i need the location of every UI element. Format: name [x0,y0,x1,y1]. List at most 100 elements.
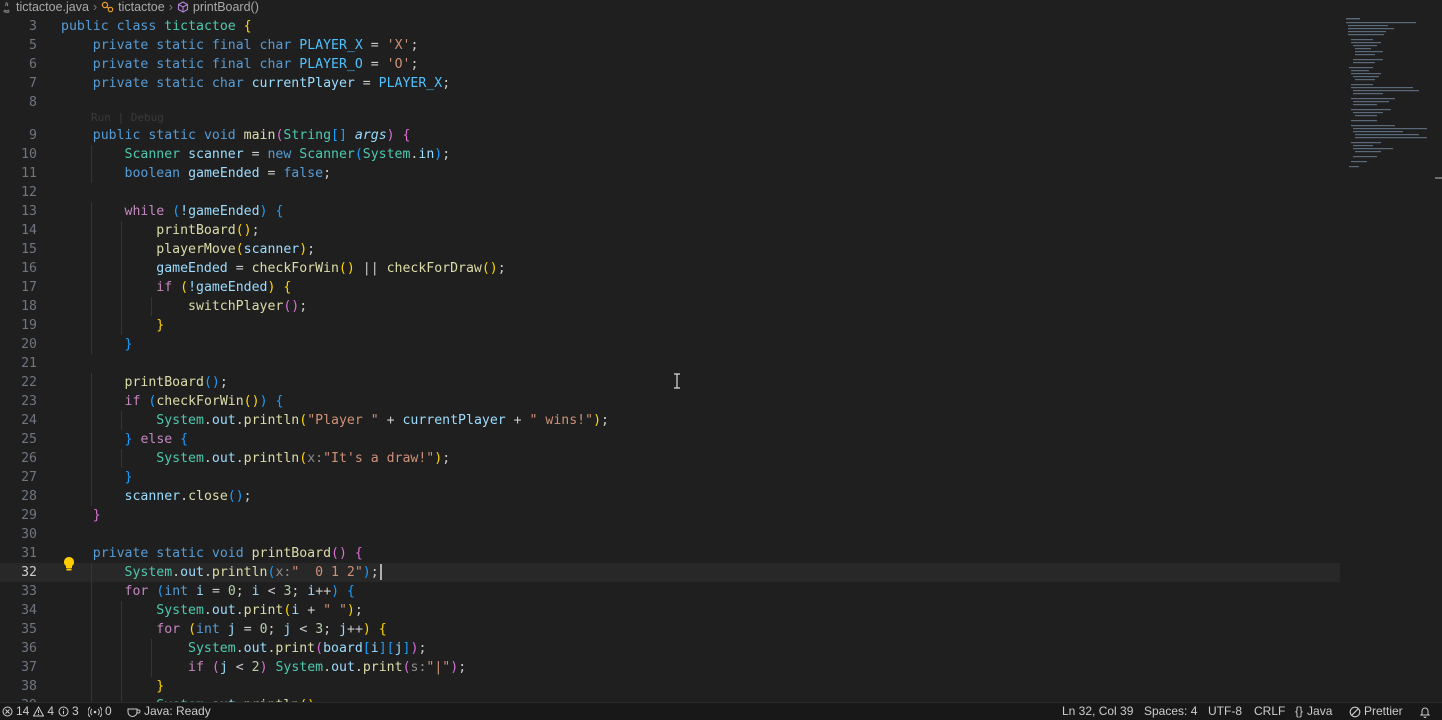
code-line[interactable]: 14 printBoard(); [0,221,1340,240]
code-token: println [211,565,268,580]
code-line[interactable]: 20 } [0,335,1340,354]
line-code: } [61,335,133,354]
code-line[interactable]: 18 switchPlayer(); [0,297,1340,316]
code-token: "|" [426,660,451,675]
code-token: out [331,660,355,675]
code-line[interactable]: 33 for (int i = 0; i < 3; i++) { [0,582,1340,601]
minimap[interactable] [1343,14,1435,184]
code-line[interactable]: 25 } else { [0,430,1340,449]
codelens-run-debug[interactable]: Run | Debug [0,108,1340,127]
code-token: } [156,318,165,333]
code-line[interactable]: 36 System.out.print(board[i][j]); [0,639,1340,658]
code-line[interactable]: 10 Scanner scanner = new Scanner(System.… [0,145,1340,164]
code-token: ) [259,660,268,675]
code-line[interactable]: 17 if (!gameEnded) { [0,278,1340,297]
code-line[interactable]: 34 System.out.print(i + " "); [0,601,1340,620]
code-token: " " [323,603,347,618]
code-line[interactable]: 5 private static final char PLAYER_X = '… [0,36,1340,55]
code-token: new [267,147,292,162]
code-line[interactable]: 30 [0,525,1340,544]
language-selector[interactable]: {} Java [1295,703,1332,720]
code-line[interactable]: 7 private static char currentPlayer = PL… [0,74,1340,93]
ports-indicator[interactable]: 0 [88,703,112,720]
line-code: printBoard(); [61,221,259,240]
code-line[interactable]: 3 public class tictactoe { [0,17,1340,36]
code-token: . [323,660,332,675]
vertical-scrollbar[interactable] [1435,14,1442,702]
problems-indicator[interactable]: 14 4 3 [2,703,79,720]
code-line[interactable]: 9 public static void main(String[] args)… [0,126,1340,145]
code-token: printBoard [124,375,204,390]
prettier-status[interactable]: Prettier [1349,703,1403,720]
prettier-text: Prettier [1364,704,1403,718]
breadcrumb-class[interactable]: tictactoe [118,0,165,14]
code-token: = [354,76,379,91]
code-token: System [156,451,204,466]
eol-selector[interactable]: CRLF [1254,703,1285,720]
line-code: private static char currentPlayer = PLAY… [61,74,450,93]
code-token: ( [211,660,220,675]
java-status[interactable]: Java: Ready [127,703,211,720]
indentation-selector[interactable]: Spaces: 4 [1144,703,1197,720]
code-line[interactable]: 27 } [0,468,1340,487]
code-line-current[interactable]: 32 System.out.println(x:" 0 1 2"); [0,563,1340,582]
code-line[interactable]: 19 } [0,316,1340,335]
code-line[interactable]: 13 while (!gameEnded) { [0,202,1340,221]
encoding-selector[interactable]: UTF-8 [1208,703,1242,720]
code-line[interactable]: 12 [0,183,1340,202]
code-token: 'X' [386,38,411,53]
code-token: = [362,38,387,53]
code-line[interactable]: 15 playerMove(scanner); [0,240,1340,259]
code-token: j [339,622,347,637]
lightbulb-icon[interactable] [62,556,76,572]
prohibited-icon [1349,706,1361,717]
code-token: out [211,603,236,618]
code-line[interactable]: 22 printBoard(); [0,373,1340,392]
code-line[interactable]: 38 } [0,677,1340,696]
code-token: printBoard [251,546,332,561]
line-code: playerMove(scanner); [61,240,315,259]
code-line[interactable]: 28 scanner.close(); [0,487,1340,506]
code-editor[interactable]: 3 public class tictactoe {5 private stati… [0,14,1442,702]
code-line[interactable]: 35 for (int j = 0; j < 3; j++) { [0,620,1340,639]
line-code: for (int i = 0; i < 3; i++) { [61,582,355,601]
code-token: !gameEnded [180,204,260,219]
text-caret [379,564,382,580]
code-line[interactable]: 31 private static void printBoard() { [0,544,1340,563]
cursor-position[interactable]: Ln 32, Col 39 [1062,703,1133,720]
code-token: . [235,641,244,656]
code-line[interactable]: 11 boolean gameEnded = false; [0,164,1340,183]
line-number: 18 [21,299,37,314]
code-line[interactable]: 6 private static final char PLAYER_O = '… [0,55,1340,74]
notifications-button[interactable] [1419,703,1434,720]
code-token: playerMove [156,242,236,257]
code-line[interactable]: 24 System.out.println("Player " + curren… [0,411,1340,430]
code-token: static [156,57,204,72]
code-line[interactable]: 16 gameEnded = checkForWin() || checkFor… [0,259,1340,278]
code-token: class [116,19,157,34]
breadcrumb-method[interactable]: printBoard() [193,0,259,14]
code-line[interactable]: 26 System.out.println(x:"It's a draw!"); [0,449,1340,468]
code-token: private [92,57,149,72]
code-token: for [124,584,149,599]
breadcrumb-file[interactable]: tictactoe.java [16,0,89,14]
code-token: . [172,565,181,580]
code-token: char [211,76,244,91]
code-line[interactable]: 29 } [0,506,1340,525]
code-line[interactable]: 21 [0,354,1340,373]
coffee-icon [127,708,141,717]
code-token: ; [267,622,284,637]
code-line[interactable]: 37 if (j < 2) System.out.print(s:"|"); [0,658,1340,677]
line-number: 32 [21,565,37,580]
code-line[interactable]: 23 if (checkForWin()) { [0,392,1340,411]
